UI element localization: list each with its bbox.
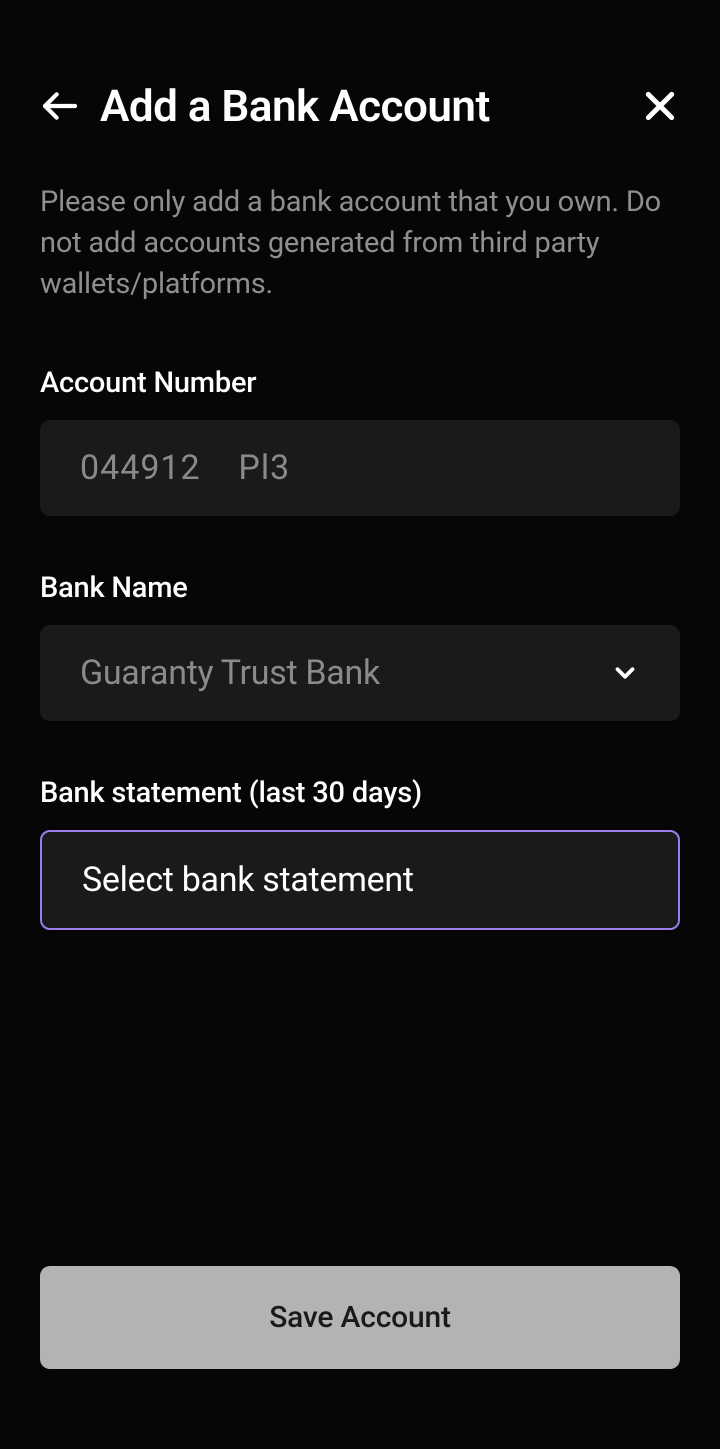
bank-name-value: Guaranty Trust Bank — [80, 653, 380, 693]
bank-statement-select[interactable]: Select bank statement — [40, 830, 680, 930]
account-number-group: Account Number — [40, 366, 680, 516]
bank-name-select[interactable]: Guaranty Trust Bank — [40, 625, 680, 721]
save-account-button[interactable]: Save Account — [40, 1266, 680, 1369]
bank-name-group: Bank Name Guaranty Trust Bank — [40, 571, 680, 721]
chevron-down-icon — [610, 658, 640, 688]
bank-name-label: Bank Name — [40, 571, 680, 605]
info-description: Please only add a bank account that you … — [40, 182, 680, 306]
account-number-input[interactable] — [40, 420, 680, 516]
bank-statement-placeholder: Select bank statement — [82, 860, 414, 900]
arrow-left-icon — [40, 86, 80, 126]
close-button[interactable] — [640, 86, 680, 126]
bank-statement-group: Bank statement (last 30 days) Select ban… — [40, 776, 680, 930]
account-number-label: Account Number — [40, 366, 680, 400]
close-icon — [640, 86, 680, 126]
page-title: Add a Bank Account — [100, 80, 490, 132]
back-button[interactable] — [40, 86, 80, 126]
page-header: Add a Bank Account — [40, 80, 680, 132]
bank-statement-label: Bank statement (last 30 days) — [40, 776, 680, 810]
